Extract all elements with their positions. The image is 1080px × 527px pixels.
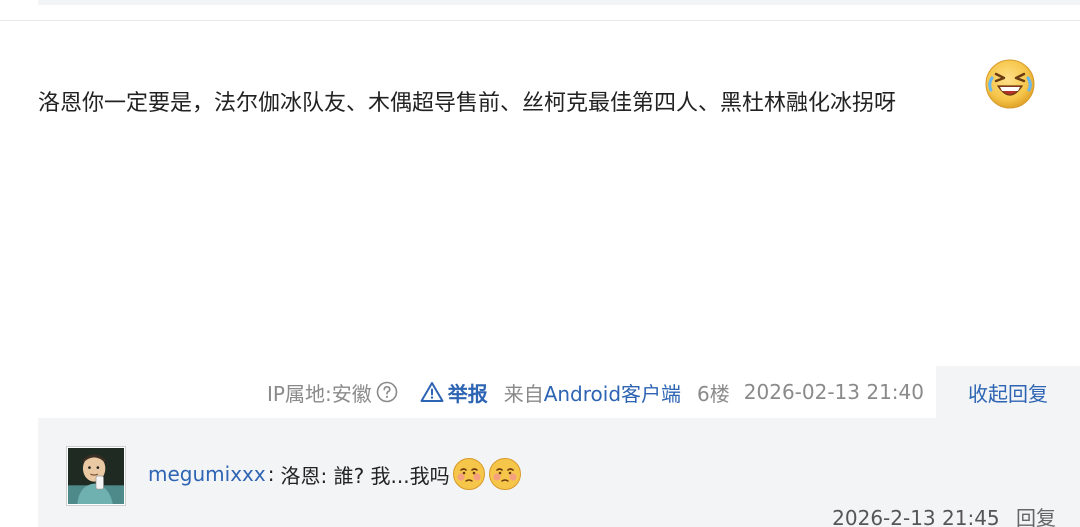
post-content: 洛恩你一定要是，法尔伽冰队友、木偶超导售前、丝柯克最佳第四人、黑杜林融化冰拐呀 bbox=[38, 91, 897, 116]
source-prefix: 来自 bbox=[503, 381, 544, 406]
report-button[interactable]: 举报 bbox=[420, 378, 488, 407]
report-label: 举报 bbox=[447, 381, 488, 406]
reply-content: megumixxx: 洛恩: 誰? 我...我吗 bbox=[148, 454, 522, 494]
post-datetime: 2026-02-13 21:40 bbox=[743, 380, 924, 404]
post-meta-row: IP属地:安徽 举报 来自Android客户端 6楼 2026-02-13 21… bbox=[267, 372, 924, 412]
help-icon[interactable] bbox=[376, 381, 398, 403]
reply-message: 洛恩: 誰? 我...我吗 bbox=[280, 463, 450, 488]
warning-icon bbox=[420, 382, 444, 402]
source-info: 来自Android客户端 bbox=[504, 378, 681, 407]
divider bbox=[0, 20, 1080, 21]
ip-location: IP属地:安徽 bbox=[267, 381, 372, 406]
reply-datetime: 2026-2-13 21:45 bbox=[832, 506, 1000, 527]
laughing-tears-emoji-icon bbox=[985, 59, 1035, 109]
floor-number: 6楼 bbox=[697, 381, 730, 406]
reply-separator: : bbox=[267, 462, 275, 486]
client-link[interactable]: Android客户端 bbox=[544, 382, 681, 406]
reply-button[interactable]: 回复 bbox=[1016, 506, 1056, 527]
reply-panel: megumixxx: 洛恩: 誰? 我...我吗 2026-2-13 21:45… bbox=[38, 418, 1080, 527]
avatar[interactable] bbox=[66, 446, 126, 506]
shy-blush-emoji-icon bbox=[452, 458, 485, 490]
reply-meta: 2026-2-13 21:45 回复 bbox=[832, 502, 1056, 527]
collapse-replies-button[interactable]: 收起回复 bbox=[936, 366, 1080, 418]
shy-blush-emoji-icon bbox=[488, 458, 521, 490]
previous-panel-edge bbox=[38, 0, 1080, 5]
reply-username[interactable]: megumixxx bbox=[148, 462, 266, 486]
post-page: 洛恩你一定要是，法尔伽冰队友、木偶超导售前、丝柯克最佳第四人、黑杜林融化冰拐呀 … bbox=[0, 0, 1080, 527]
collapse-label: 收起回复 bbox=[968, 381, 1048, 406]
